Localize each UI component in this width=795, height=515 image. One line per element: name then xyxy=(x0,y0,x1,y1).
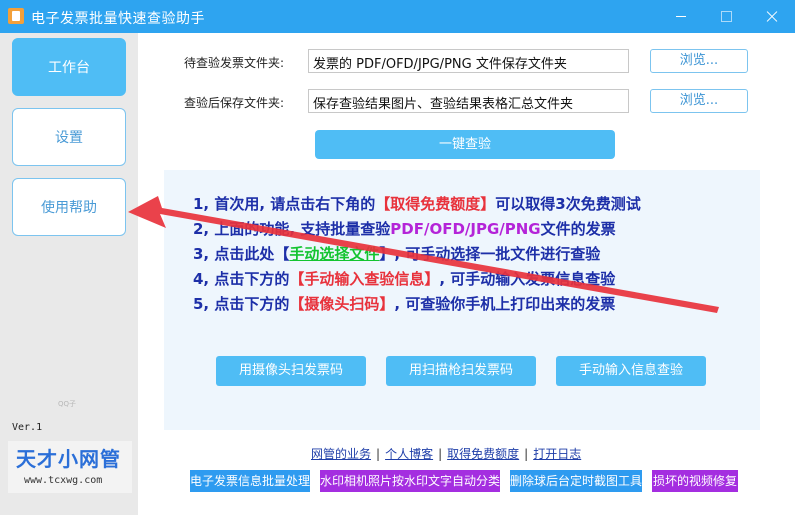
footer-links: 网管的业务 | 个人博客 | 取得免费额度 | 打开日志 xyxy=(311,447,582,461)
logo-text: 天才小网管 xyxy=(16,447,121,471)
output-folder-label: 查验后保存文件夹: xyxy=(184,96,285,110)
help-line-4-part-1: 4, 点击下方的 xyxy=(193,270,290,288)
input-folder-field[interactable]: 发票的 PDF/OFD/JPG/PNG 文件保存文件夹 xyxy=(308,49,629,73)
main-panel: 待查验发票文件夹: 发票的 PDF/OFD/JPG/PNG 文件保存文件夹 浏览… xyxy=(138,33,795,515)
qq-note: QQ子 xyxy=(58,400,77,408)
help-line-1-part-2: 【取得免费额度】 xyxy=(375,195,496,213)
one-click-check-button[interactable]: 一键查验 xyxy=(315,130,615,159)
help-line-3-part-1: 3, 点击此处 xyxy=(193,245,275,263)
logo-url: www.tcxwg.com xyxy=(24,475,103,486)
camera-scan-button[interactable]: 用摄像头扫发票码 xyxy=(216,356,366,386)
link-blog[interactable]: 个人博客 xyxy=(385,447,433,461)
link-business[interactable]: 网管的业务 xyxy=(311,447,371,461)
help-line-2-part-2: PDF/OFD/JPG/PNG xyxy=(390,220,541,238)
help-line-2: 2, 上面的功能, 支持批量查验PDF/OFD/JPG/PNG文件的发票 xyxy=(193,218,616,239)
help-line-3-part-4: 】, 可手动选择一批文件进行查验 xyxy=(379,245,601,263)
manual-input-button[interactable]: 手动输入信息查验 xyxy=(556,356,706,386)
help-line-1-part-1: 1, 首次用, 请点击右下角的 xyxy=(193,195,376,213)
help-line-5: 5, 点击下方的【摄像头扫码】, 可查验你手机上打印出来的发票 xyxy=(193,293,615,314)
help-line-3-part-3[interactable]: 手动选择文件 xyxy=(289,245,379,263)
help-line-5-part-1: 5, 点击下方的 xyxy=(193,295,290,313)
help-line-3-part-2: 【 xyxy=(274,245,290,263)
brand-logo[interactable]: 天才小网管 www.tcxwg.com xyxy=(8,441,132,493)
title-bar: 电子发票批量快速查验助手 xyxy=(0,0,795,33)
output-folder-field[interactable]: 保存查验结果图片、查验结果表格汇总文件夹 xyxy=(308,89,629,113)
link-open-log[interactable]: 打开日志 xyxy=(533,447,581,461)
close-button[interactable] xyxy=(749,0,795,33)
minimize-button[interactable] xyxy=(658,0,704,33)
help-line-5-part-3: , 可查验你手机上打印出来的发票 xyxy=(394,295,616,313)
sidebar: 工作台 设置 使用帮助 QQ子 Ver.1 天才小网管 www.tcxwg.co… xyxy=(0,33,138,515)
banner-watermark-photo[interactable]: 水印相机照片按水印文字自动分类 xyxy=(320,470,500,492)
app-icon xyxy=(8,8,24,24)
help-line-5-part-2: 【摄像头扫码】 xyxy=(289,295,395,313)
help-line-1: 1, 首次用, 请点击右下角的【取得免费额度】可以取得3次免费测试 xyxy=(193,193,641,214)
sidebar-item-settings[interactable]: 设置 xyxy=(12,108,126,166)
browse-input-button[interactable]: 浏览... xyxy=(650,49,748,73)
window-title: 电子发票批量快速查验助手 xyxy=(31,11,205,27)
maximize-button[interactable] xyxy=(703,0,749,33)
banner-invoice-batch[interactable]: 电子发票信息批量处理 xyxy=(190,470,310,492)
help-line-2-part-3: 文件的发票 xyxy=(540,220,616,238)
banner-screenshot-tool[interactable]: 删除球后台定时截图工具 xyxy=(510,470,642,492)
scanner-gun-button[interactable]: 用扫描枪扫发票码 xyxy=(386,356,536,386)
help-line-2-part-1: 2, 上面的功能, 支持批量查验 xyxy=(193,220,391,238)
help-line-4-part-2: 【手动输入查验信息】 xyxy=(289,270,440,288)
input-folder-label: 待查验发票文件夹: xyxy=(184,56,285,70)
link-free-quota[interactable]: 取得免费额度 xyxy=(447,447,519,461)
help-panel: 1, 首次用, 请点击右下角的【取得免费额度】可以取得3次免费测试 2, 上面的功… xyxy=(164,170,760,430)
help-line-3[interactable]: 3, 点击此处【手动选择文件】, 可手动选择一批文件进行查验 xyxy=(193,243,600,264)
banner-video-repair[interactable]: 损坏的视频修复 xyxy=(652,470,738,492)
sidebar-item-workbench[interactable]: 工作台 xyxy=(12,38,126,96)
browse-output-button[interactable]: 浏览... xyxy=(650,89,748,113)
version-label: Ver.1 xyxy=(12,422,43,433)
sidebar-item-help[interactable]: 使用帮助 xyxy=(12,178,126,236)
help-line-4-part-3: , 可手动输入发票信息查验 xyxy=(439,270,616,288)
help-line-1-part-3: 可以取得3次免费测试 xyxy=(495,195,641,213)
help-line-4: 4, 点击下方的【手动输入查验信息】, 可手动输入发票信息查验 xyxy=(193,268,615,289)
